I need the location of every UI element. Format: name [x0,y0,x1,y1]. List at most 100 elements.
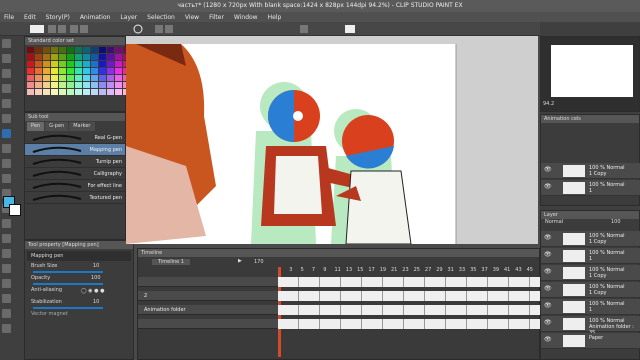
color-swatch[interactable] [91,47,98,53]
color-swatch[interactable] [35,82,42,88]
color-swatch[interactable] [91,68,98,74]
color-swatch[interactable] [99,54,106,60]
color-swatch[interactable] [51,89,58,95]
color-swatch[interactable] [91,82,98,88]
menu-item-3[interactable]: Animation [80,14,111,21]
move-tool-icon[interactable] [2,54,11,63]
timeline-track[interactable] [278,319,540,329]
layer-item[interactable]: 👁 100 % Normal 1 Copy [541,163,640,179]
color-swatch[interactable] [75,61,82,67]
color-swatch[interactable] [27,54,34,60]
color-swatch[interactable] [83,68,90,74]
color-swatch[interactable] [91,89,98,95]
text-tool-icon[interactable] [2,294,11,303]
color-swatch[interactable] [115,89,122,95]
color-swatch[interactable] [83,47,90,53]
brush-size-row[interactable]: Brush Size 10 [25,263,133,275]
color-swatch[interactable] [27,82,34,88]
color-swatch[interactable] [107,68,114,74]
ruler-tool-icon[interactable] [2,279,11,288]
color-swatch[interactable] [83,75,90,81]
color-swatch[interactable] [43,89,50,95]
antialias-icons[interactable]: ◯ ◉ ● ● [81,288,104,294]
layer-item[interactable]: 👁 100 % Normal 1 [541,180,640,196]
color-swatch[interactable] [99,47,106,53]
eyedropper-tool-icon[interactable] [2,114,11,123]
color-swatch[interactable] [75,68,82,74]
color-swatch[interactable] [67,61,74,67]
layer-item[interactable]: 👁 100 % Normal 1 Copy [541,265,640,281]
color-swatch[interactable] [99,82,106,88]
menu-item-4[interactable]: Layer [120,14,137,21]
color-swatch[interactable] [91,61,98,67]
timeline-track-label[interactable]: 2 [138,291,278,301]
play-icon[interactable]: ▶ [238,258,242,264]
brush-item[interactable]: Real G-pen [25,132,125,144]
color-swatch[interactable] [67,54,74,60]
color-swatch[interactable] [27,75,34,81]
color-swatch[interactable] [59,89,66,95]
color-swatch[interactable] [75,75,82,81]
color-swatch[interactable] [83,61,90,67]
navigator-preview[interactable] [551,45,633,97]
eye-icon[interactable]: 👁 [544,183,552,190]
color-swatch[interactable] [107,82,114,88]
balloon-tool-icon[interactable] [2,309,11,318]
navigator-zoom[interactable]: 94.2 [543,101,554,107]
color-swatch[interactable] [59,68,66,74]
color-swatch[interactable] [51,75,58,81]
eye-icon[interactable]: 👁 [544,285,552,292]
menu-item-1[interactable]: Edit [24,14,36,21]
lasso-tool-icon[interactable] [2,99,11,108]
brush-item[interactable]: Textured pen [25,192,125,204]
color-swatch[interactable] [27,68,34,74]
color-swatch[interactable] [107,75,114,81]
brush-item[interactable]: Calligraphy [25,168,125,180]
vector-magnet-row[interactable]: Vector magnet [25,311,133,321]
color-swatch[interactable] [27,89,34,95]
timeline-track[interactable] [278,291,540,301]
color-swatch[interactable] [51,61,58,67]
color-swatch[interactable] [107,61,114,67]
color-swatch[interactable] [59,54,66,60]
color-swatch[interactable] [27,47,34,53]
drawing-canvas[interactable] [126,36,538,244]
menu-item-9[interactable]: Help [268,14,282,21]
color-swatch[interactable] [67,68,74,74]
brush-item[interactable]: Mapping pen [25,144,125,156]
color-swatches[interactable] [25,45,138,97]
color-swatch[interactable] [43,75,50,81]
pen-tool-icon[interactable] [2,129,11,138]
color-swatch[interactable] [59,82,66,88]
color-swatch[interactable] [99,61,106,67]
timeline-track-label[interactable] [138,319,278,329]
menu-item-6[interactable]: View [185,14,199,21]
color-swatch[interactable] [43,47,50,53]
color-swatch[interactable] [83,82,90,88]
color-swatch[interactable] [115,82,122,88]
menu-item-0[interactable]: File [4,14,14,21]
timeline-track[interactable] [278,305,540,315]
color-swatch[interactable] [115,54,122,60]
color-swatch[interactable] [67,47,74,53]
subtool-tab[interactable]: G-pen [45,122,69,131]
operation-tool-icon[interactable] [2,69,11,78]
color-swatch[interactable] [59,75,66,81]
zoom-tool-icon[interactable] [2,39,11,48]
color-swatch[interactable] [59,47,66,53]
timeline-track[interactable] [278,277,540,287]
airbrush-tool-icon[interactable] [2,174,11,183]
color-swatch[interactable] [35,68,42,74]
color-swatch[interactable] [107,89,114,95]
color-swatch[interactable] [75,47,82,53]
color-swatch[interactable] [51,47,58,53]
color-swatch[interactable] [35,61,42,67]
color-swatch[interactable] [67,89,74,95]
color-swatch[interactable] [75,82,82,88]
color-swatch[interactable] [107,47,114,53]
stabilization-row[interactable]: Stabilization 10 [25,299,133,311]
color-swatch[interactable] [91,54,98,60]
color-swatch[interactable] [43,54,50,60]
subtool-tab[interactable]: Pen [27,122,45,131]
pencil-tool-icon[interactable] [2,144,11,153]
